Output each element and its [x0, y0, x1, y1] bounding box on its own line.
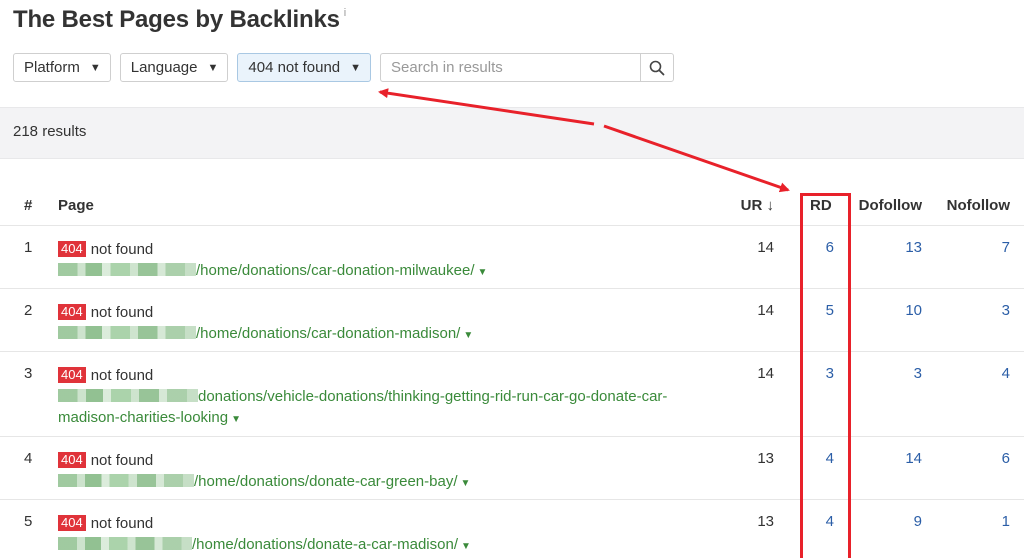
- table-row: 4 404 not found /home/donations/donate-ca…: [0, 437, 1024, 500]
- url-path: /home/donations/car-donation-milwaukee/: [196, 262, 475, 279]
- page-cell: 404 not found /home/donations/car-donatio…: [58, 239, 738, 283]
- chevron-down-icon: ▼: [207, 61, 219, 74]
- url-path: donations/vehicle-donations/thinking-get…: [198, 388, 668, 405]
- row-number: 3: [24, 365, 33, 382]
- table-row: 3 404 not found donations/vehicle-donatio…: [0, 352, 1024, 437]
- url-menu-caret-icon[interactable]: ▼: [461, 541, 471, 552]
- platform-dropdown[interactable]: Platform ▼: [13, 53, 111, 82]
- table-row: 5 404 not found /home/donations/donate-a-…: [0, 500, 1024, 558]
- page-url[interactable]: /home/donations/car-donation-milwaukee/▼: [58, 260, 738, 283]
- status-text: not found: [90, 515, 154, 532]
- nofollow-value[interactable]: 4: [1002, 365, 1010, 382]
- url-menu-caret-icon[interactable]: ▼: [461, 478, 471, 489]
- status-text: not found: [90, 367, 154, 384]
- blurred-domain: [58, 263, 196, 276]
- page-url[interactable]: donations/vehicle-donations/thinking-get…: [58, 386, 738, 430]
- title-row: The Best Pages by Backlinks i: [13, 5, 346, 37]
- dofollow-value[interactable]: 14: [905, 450, 922, 467]
- blurred-domain: [58, 389, 198, 402]
- url-path: /home/donations/donate-a-car-madison/: [192, 536, 458, 553]
- rd-value[interactable]: 4: [826, 513, 834, 530]
- sort-down-icon: ↓: [766, 197, 775, 214]
- row-number: 2: [24, 302, 33, 319]
- status-badge: 404: [58, 452, 86, 468]
- status-text: not found: [90, 241, 154, 258]
- page-cell: 404 not found /home/donations/donate-a-ca…: [58, 513, 738, 557]
- search-icon: [649, 60, 665, 75]
- platform-dropdown-label: Platform: [24, 59, 80, 76]
- rd-value[interactable]: 3: [826, 365, 834, 382]
- status-badge: 404: [58, 367, 86, 383]
- table-row: 1 404 not found /home/donations/car-donat…: [0, 226, 1024, 289]
- dofollow-value[interactable]: 9: [914, 513, 922, 530]
- table-row: 2 404 not found /home/donations/car-donat…: [0, 289, 1024, 352]
- nofollow-value[interactable]: 3: [1002, 302, 1010, 319]
- nofollow-value[interactable]: 1: [1002, 513, 1010, 530]
- row-number: 5: [24, 513, 33, 530]
- blurred-domain: [58, 474, 194, 487]
- url-menu-caret-icon[interactable]: ▼: [463, 330, 473, 341]
- nofollow-value[interactable]: 7: [1002, 239, 1010, 256]
- ur-value: 14: [757, 302, 774, 319]
- row-number: 4: [24, 450, 33, 467]
- page-cell: 404 not found /home/donations/donate-car-…: [58, 450, 738, 494]
- col-ur-header[interactable]: UR ↓: [741, 197, 774, 214]
- status-badge: 404: [58, 241, 86, 257]
- url-path: /home/donations/donate-car-green-bay/: [194, 473, 458, 490]
- ur-value: 14: [757, 239, 774, 256]
- search-group: [380, 53, 675, 82]
- rd-value[interactable]: 6: [826, 239, 834, 256]
- page-title: The Best Pages by Backlinks: [13, 6, 340, 33]
- col-ur-label: UR: [740, 197, 763, 214]
- results-table: # Page UR ↓ RD Dofollow Nofollow 1 404 no…: [0, 186, 1024, 558]
- ur-value: 13: [757, 450, 774, 467]
- page-url[interactable]: /home/donations/donate-a-car-madison/▼: [58, 534, 738, 557]
- page-url[interactable]: /home/donations/car-donation-madison/▼: [58, 323, 738, 346]
- search-input[interactable]: [380, 53, 641, 82]
- status-dropdown[interactable]: 404 not found ▼: [237, 53, 372, 82]
- results-count: 218 results: [13, 123, 87, 140]
- status-badge: 404: [58, 515, 86, 531]
- status-badge: 404: [58, 304, 86, 320]
- url-path-continued: madison-charities-looking: [58, 409, 229, 426]
- url-menu-caret-icon[interactable]: ▼: [231, 414, 241, 425]
- blurred-domain: [58, 326, 196, 339]
- search-button[interactable]: [640, 53, 675, 82]
- col-nofollow-header[interactable]: Nofollow: [947, 197, 1010, 214]
- chevron-down-icon: ▼: [350, 61, 362, 74]
- nofollow-value[interactable]: 6: [1002, 450, 1010, 467]
- blurred-domain: [58, 537, 192, 550]
- table-header: # Page UR ↓ RD Dofollow Nofollow: [0, 186, 1024, 226]
- rd-value[interactable]: 5: [826, 302, 834, 319]
- page-cell: 404 not found /home/donations/car-donatio…: [58, 302, 738, 346]
- dofollow-value[interactable]: 3: [914, 365, 922, 382]
- status-text: not found: [90, 304, 154, 321]
- col-num-header: #: [24, 197, 33, 214]
- language-dropdown[interactable]: Language ▼: [119, 53, 229, 82]
- status-text: not found: [90, 452, 154, 469]
- page-cell: 404 not found donations/vehicle-donations…: [58, 365, 738, 430]
- url-path: /home/donations/car-donation-madison/: [196, 325, 461, 342]
- col-dofollow-header[interactable]: Dofollow: [859, 197, 922, 214]
- url-menu-caret-icon[interactable]: ▼: [478, 267, 488, 278]
- col-rd-header[interactable]: RD: [810, 197, 832, 214]
- status-dropdown-label: 404 not found: [248, 59, 341, 76]
- language-dropdown-label: Language: [130, 59, 198, 76]
- results-bar: 218 results: [0, 107, 1024, 159]
- ur-value: 14: [757, 365, 774, 382]
- row-number: 1: [24, 239, 33, 256]
- chevron-down-icon: ▼: [89, 61, 101, 74]
- dofollow-value[interactable]: 13: [905, 239, 922, 256]
- filters-bar: Platform ▼ Language ▼ 404 not found ▼: [13, 53, 675, 82]
- rd-value[interactable]: 4: [826, 450, 834, 467]
- col-page-header[interactable]: Page: [58, 197, 94, 214]
- dofollow-value[interactable]: 10: [905, 302, 922, 319]
- page-url[interactable]: /home/donations/donate-car-green-bay/▼: [58, 471, 738, 494]
- info-icon[interactable]: i: [344, 7, 346, 19]
- ur-value: 13: [757, 513, 774, 530]
